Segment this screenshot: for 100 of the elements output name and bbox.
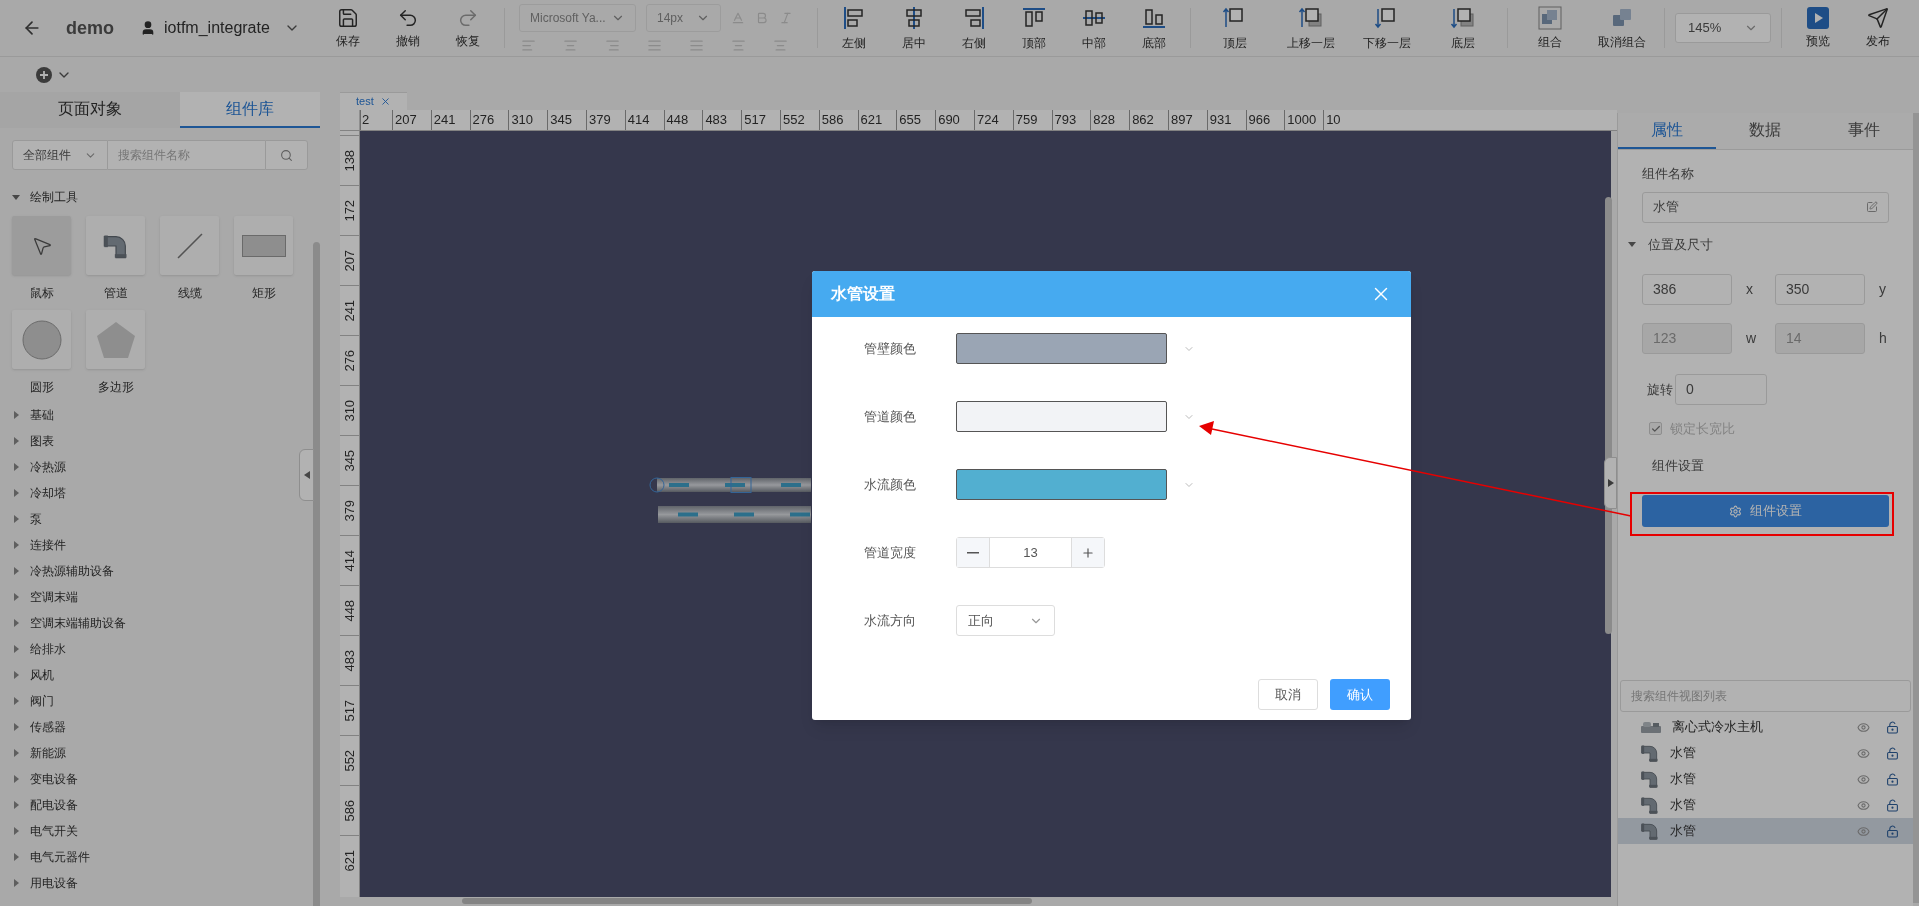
tool-label: 矩形: [251, 285, 276, 302]
ruler-label: 448: [340, 599, 358, 622]
text-field[interactable]: 350: [1775, 274, 1865, 305]
tree-item[interactable]: 配电设备: [12, 792, 252, 818]
panel-tab[interactable]: 组件库: [180, 92, 320, 128]
text-field: 14: [1775, 323, 1865, 354]
toolbar-button[interactable]: 撤销: [378, 0, 438, 57]
ruler-label: 552: [779, 110, 819, 130]
ruler-label: 517: [340, 699, 358, 722]
ruler-label: 690: [935, 110, 974, 130]
ruler-label: 966: [1245, 110, 1285, 130]
ruler-label: 724: [973, 110, 1013, 130]
tool-label: 鼠标: [29, 285, 54, 302]
ruler-label: 241: [340, 299, 358, 322]
ruler-label: 828: [1090, 110, 1130, 130]
tree-item[interactable]: 绘制工具: [12, 184, 252, 210]
field-label: 管壁颜色: [864, 339, 917, 358]
ruler-label: 414: [624, 110, 664, 130]
ruler-label: 345: [340, 449, 358, 472]
toolbar-button[interactable]: 发布: [1848, 0, 1908, 57]
field-label: 水流方向: [864, 611, 917, 630]
tree-item[interactable]: 基础: [12, 402, 252, 428]
tree-item[interactable]: 给排水: [12, 636, 252, 662]
toolbar-button[interactable]: 上移一层: [1273, 0, 1349, 57]
user-name[interactable]: iotfm_integrate: [164, 16, 270, 40]
direction-select[interactable]: 正向: [956, 605, 1055, 636]
unit-label: y: [1878, 280, 1885, 299]
layer-name: 离心式冷水主机: [1672, 718, 1764, 737]
ruler-label: 207: [340, 249, 358, 272]
cancel-button[interactable]: 取消: [1258, 679, 1318, 710]
ruler-label: 379: [340, 499, 358, 522]
layer-name: 水管: [1670, 770, 1697, 789]
tree-item[interactable]: 用电设备: [12, 870, 252, 896]
ruler-label: 552: [340, 749, 358, 772]
name-field[interactable]: 水管: [1642, 191, 1889, 223]
ruler-label: 586: [818, 110, 858, 130]
toolbar-button[interactable]: 中部: [1064, 0, 1124, 57]
ruler-label: 310: [508, 110, 548, 130]
tree-item[interactable]: 冷热源辅助设备: [12, 558, 252, 584]
ruler-label: 897: [1167, 110, 1207, 130]
tree-item[interactable]: 阀门: [12, 688, 252, 714]
ruler-label: 586: [340, 799, 358, 822]
ruler-label: 621: [340, 849, 358, 872]
tree-item[interactable]: 风机: [12, 662, 252, 688]
field-label: 组件名称: [1642, 165, 1695, 183]
toolbar-button[interactable]: 居中: [884, 0, 944, 57]
text-field: 123: [1642, 323, 1732, 354]
toolbar-button[interactable]: 顶部: [1004, 0, 1064, 57]
tree-item[interactable]: 空调末端辅助设备: [12, 610, 252, 636]
category-select[interactable]: 全部组件: [12, 140, 108, 170]
zoom-select[interactable]: 145%: [1675, 13, 1771, 43]
project-name: demo: [66, 16, 114, 40]
tree-item[interactable]: 电气开关: [12, 818, 252, 844]
tree-item[interactable]: 冷热源: [12, 454, 252, 480]
tree-item[interactable]: 变电设备: [12, 766, 252, 792]
tree-item[interactable]: 连接件: [12, 532, 252, 558]
tree-item[interactable]: 传感器: [12, 714, 252, 740]
panel-tab[interactable]: 数据: [1716, 113, 1815, 149]
ruler-label: 138: [340, 149, 358, 172]
field-label: 水流颜色: [864, 475, 917, 494]
toolbar-button[interactable]: 下移一层: [1349, 0, 1425, 57]
layer-name: 水管: [1670, 822, 1697, 841]
panel-tab[interactable]: 页面对象: [0, 92, 180, 128]
unit-label: w: [1745, 329, 1758, 348]
layer-row[interactable]: 水管: [1618, 818, 1913, 844]
ruler-label: 172: [340, 199, 358, 222]
ruler-label: 517: [741, 110, 780, 130]
toolbar-button[interactable]: 顶层: [1197, 0, 1273, 57]
tool-label: 线缆: [177, 285, 202, 302]
text-field[interactable]: 386: [1642, 274, 1732, 305]
toolbar-button[interactable]: 取消组合: [1586, 0, 1658, 57]
ruler-label: 931: [1206, 110, 1246, 130]
toolbar-button[interactable]: 左侧: [824, 0, 884, 57]
tree-item[interactable]: 空调末端: [12, 584, 252, 610]
toolbar-button[interactable]: 预览: [1788, 0, 1848, 57]
dialog-title: 水管设置: [831, 284, 895, 304]
toolbar-button[interactable]: 右侧: [944, 0, 1004, 57]
ruler-label: 207: [392, 110, 431, 130]
tree-item[interactable]: 冷却塔: [12, 480, 252, 506]
panel-tab[interactable]: 事件: [1814, 113, 1913, 149]
toolbar-button[interactable]: 组合: [1514, 0, 1586, 57]
tree-item[interactable]: 泵: [12, 506, 252, 532]
ruler-label: 655: [896, 110, 936, 130]
tree-item[interactable]: 图表: [12, 428, 252, 454]
ruler-label: 483: [702, 110, 742, 130]
ruler-label: 379: [586, 110, 625, 130]
number-stepper[interactable]: 13: [956, 537, 1105, 568]
document-tab[interactable]: test: [340, 92, 407, 110]
text-field[interactable]: 0: [1675, 374, 1767, 405]
toolbar-button[interactable]: 底层: [1425, 0, 1501, 57]
tree-item[interactable]: 新能源: [12, 740, 252, 766]
ruler-label: 448: [663, 110, 703, 130]
section-header[interactable]: 位置及尺寸: [1628, 234, 1748, 254]
ruler-label: 241: [430, 110, 470, 130]
layer-name: 水管: [1670, 796, 1697, 815]
field-label: 旋转: [1647, 380, 1673, 399]
toolbar-button[interactable]: 底部: [1124, 0, 1184, 57]
tree-item[interactable]: 电气元器件: [12, 844, 252, 870]
toolbar-button[interactable]: 保存: [318, 0, 378, 57]
ruler-label: 759: [1012, 110, 1052, 130]
